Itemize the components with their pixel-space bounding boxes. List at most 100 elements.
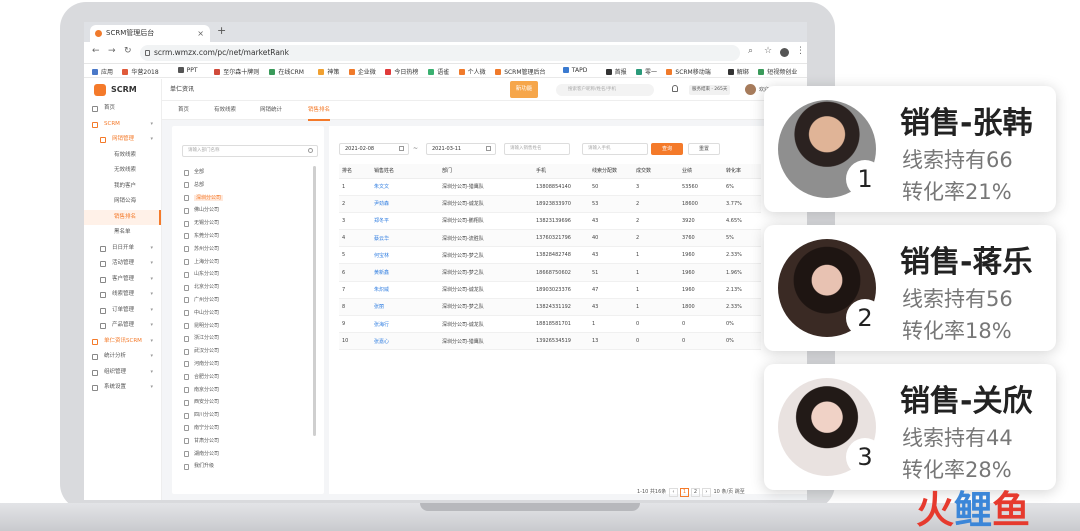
bookmark-item[interactable]: 个人微: [458, 67, 486, 76]
bookmark-item[interactable]: 在线CRM: [269, 67, 304, 76]
forward-icon[interactable]: →: [108, 46, 116, 56]
bookmark-item[interactable]: 今日热榜: [385, 67, 418, 76]
tree-item[interactable]: 南京分公司: [182, 384, 310, 397]
page-tab[interactable]: 首页: [178, 101, 189, 119]
department-search-input[interactable]: 请输入部门名称: [182, 145, 318, 157]
reset-button[interactable]: 重置: [688, 143, 720, 155]
sidebar-item[interactable]: 销售排名: [84, 209, 161, 225]
sidebar-item[interactable]: 网销公海: [84, 194, 161, 210]
bookmark-item[interactable]: 语雀: [428, 67, 449, 76]
sidebar-item[interactable]: 黑名单: [84, 225, 161, 241]
table-row[interactable]: 9 张海行 深圳分公司-诚龙队 18818581701 1 0 0 0%: [339, 315, 761, 334]
tree-item[interactable]: 湖南分公司: [182, 448, 310, 461]
bookmark-item[interactable]: SCRM管理后台: [495, 67, 546, 76]
sidebar-item[interactable]: 产品管理 ▾: [84, 318, 161, 334]
tree-item[interactable]: 深圳分公司: [182, 192, 310, 205]
bookmark-item[interactable]: 应用: [92, 67, 113, 76]
query-button[interactable]: 查询: [651, 143, 683, 155]
bookmark-item[interactable]: 至尔森十牌则: [214, 67, 259, 76]
reload-icon[interactable]: ↻: [124, 46, 132, 56]
tree-item[interactable]: 西安分公司: [182, 396, 310, 409]
sidebar-item[interactable]: 订单管理 ▾: [84, 303, 161, 319]
table-row[interactable]: 5 何宝林 深圳分公司-梦之队 13828482748 43 1 1960 2.33%: [339, 246, 761, 265]
tree-item[interactable]: 四川分公司: [182, 409, 310, 422]
sidebar-item[interactable]: 有效线索: [84, 148, 161, 164]
sales-name-link[interactable]: 张丽: [371, 298, 439, 317]
sidebar-item[interactable]: 系统设置 ▾: [84, 380, 161, 396]
tree-item[interactable]: 浙江分公司: [182, 332, 310, 345]
sales-name-link[interactable]: 蔡云华: [371, 229, 439, 248]
tree-item[interactable]: 甘肃分公司: [182, 435, 310, 448]
tree-item[interactable]: 东莞分公司: [182, 230, 310, 243]
profile-icon[interactable]: [780, 48, 789, 57]
page-tab[interactable]: 销售排名: [308, 101, 331, 121]
back-icon[interactable]: ←: [92, 46, 100, 56]
sales-name-link[interactable]: 郑冬平: [371, 212, 439, 231]
bell-icon[interactable]: [672, 85, 678, 92]
sales-name-link[interactable]: 张嘉心: [371, 332, 439, 351]
tree-item[interactable]: 上海分公司: [182, 256, 310, 269]
table-row[interactable]: 4 蔡云华 深圳分公司-流胜队 13760321796 40 2 3760 5%: [339, 229, 761, 248]
sidebar-item[interactable]: 活动管理 ▾: [84, 256, 161, 272]
avatar[interactable]: [745, 84, 756, 95]
bookmark-item[interactable]: 解绑: [727, 67, 749, 76]
sales-name-link[interactable]: 黄新鑫: [371, 263, 439, 282]
tree-scrollbar[interactable]: [313, 166, 316, 436]
date-to-input[interactable]: 2021-03-11: [426, 143, 496, 155]
tree-item[interactable]: 我们升级: [182, 460, 310, 473]
page-tab[interactable]: 网销统计: [260, 101, 282, 119]
sidebar-item[interactable]: 首页: [84, 101, 161, 117]
tree-item[interactable]: 总部: [182, 179, 310, 192]
sidebar-item[interactable]: 单仁资讯SCRM ▾: [84, 334, 161, 350]
prev-page-button[interactable]: ‹: [668, 488, 678, 497]
global-search-input[interactable]: 搜索客户昵称/姓名/手机: [556, 84, 654, 96]
tree-item[interactable]: 河南分公司: [182, 358, 310, 371]
kebab-menu-icon[interactable]: ⋮: [796, 46, 805, 56]
bookmark-item[interactable]: SCRM移动端: [666, 67, 711, 76]
zoom-icon[interactable]: ⌕: [748, 46, 753, 56]
next-page-button[interactable]: ›: [701, 488, 711, 497]
tree-item[interactable]: 无锡分公司: [182, 217, 310, 230]
table-row[interactable]: 1 朱文文 深圳分公司-猎鹰队 13808854140 50 3 53560 6%: [339, 178, 761, 196]
bookmark-item[interactable]: 华营2018: [122, 67, 159, 76]
table-row[interactable]: 10 张嘉心 深圳分公司-猎鹰队 13926534519 13 0 0 0%: [339, 332, 761, 351]
sidebar-item[interactable]: 无效线索: [84, 163, 161, 179]
phone-input[interactable]: 请输入手机: [582, 143, 648, 155]
sidebar-item[interactable]: 日日开单 ▾: [84, 241, 161, 257]
date-from-input[interactable]: 2021-02-08: [339, 143, 409, 155]
browser-tab[interactable]: SCRM管理后台 ×: [90, 25, 210, 42]
table-row[interactable]: 6 黄新鑫 深圳分公司-梦之队 18668750602 51 1 1960 1.96%: [339, 263, 761, 282]
new-feature-button[interactable]: 新功能: [510, 81, 538, 98]
bookmark-item[interactable]: 零一: [636, 67, 657, 76]
tree-item[interactable]: 昆明分公司: [182, 320, 310, 333]
tree-item[interactable]: 中山分公司: [182, 307, 310, 320]
sidebar-item[interactable]: 网销管理 ▾: [84, 132, 161, 148]
bookmark-item[interactable]: PPT: [177, 67, 198, 74]
page-size-select[interactable]: 10 条/页: [714, 489, 734, 495]
star-icon[interactable]: ☆: [764, 46, 772, 56]
tree-item[interactable]: 佛山分公司: [182, 204, 310, 217]
sales-name-link[interactable]: 张海行: [371, 315, 439, 334]
tree-item[interactable]: 合肥分公司: [182, 371, 310, 384]
sidebar-item[interactable]: 线索管理 ▾: [84, 287, 161, 303]
page-2-button[interactable]: 2: [690, 488, 700, 497]
app-logo[interactable]: SCRM: [84, 79, 161, 101]
tree-item[interactable]: 武汉分公司: [182, 345, 310, 358]
sales-name-link[interactable]: 朱炽威: [371, 281, 439, 299]
sales-name-link[interactable]: 朱文文: [371, 178, 439, 196]
table-row[interactable]: 3 郑冬平 深圳分公司-鹏翔队 13823139696 43 2 3920 4.65%: [339, 212, 761, 231]
sales-name-link[interactable]: 何宝林: [371, 246, 439, 265]
sidebar-item[interactable]: 组织管理 ▾: [84, 365, 161, 381]
bookmark-item[interactable]: 企业微: [348, 67, 376, 76]
tree-item[interactable]: 北京分公司: [182, 281, 310, 294]
page-tab[interactable]: 有效线索: [214, 101, 236, 119]
page-1-button[interactable]: 1: [679, 488, 689, 497]
table-row[interactable]: 2 尹劲森 深圳分公司-诚龙队 18923833970 53 2 18600 3.77%: [339, 195, 761, 213]
sidebar-item[interactable]: SCRM ▾: [84, 117, 161, 133]
bookmark-item[interactable]: 短视频创业: [758, 67, 797, 76]
sidebar-item[interactable]: 我的客户: [84, 179, 161, 195]
sidebar-item[interactable]: 客户管理 ▾: [84, 272, 161, 288]
bookmark-item[interactable]: TAPD: [562, 67, 587, 74]
sales-name-link[interactable]: 尹劲森: [371, 195, 439, 213]
tree-item[interactable]: 全部: [182, 166, 310, 179]
